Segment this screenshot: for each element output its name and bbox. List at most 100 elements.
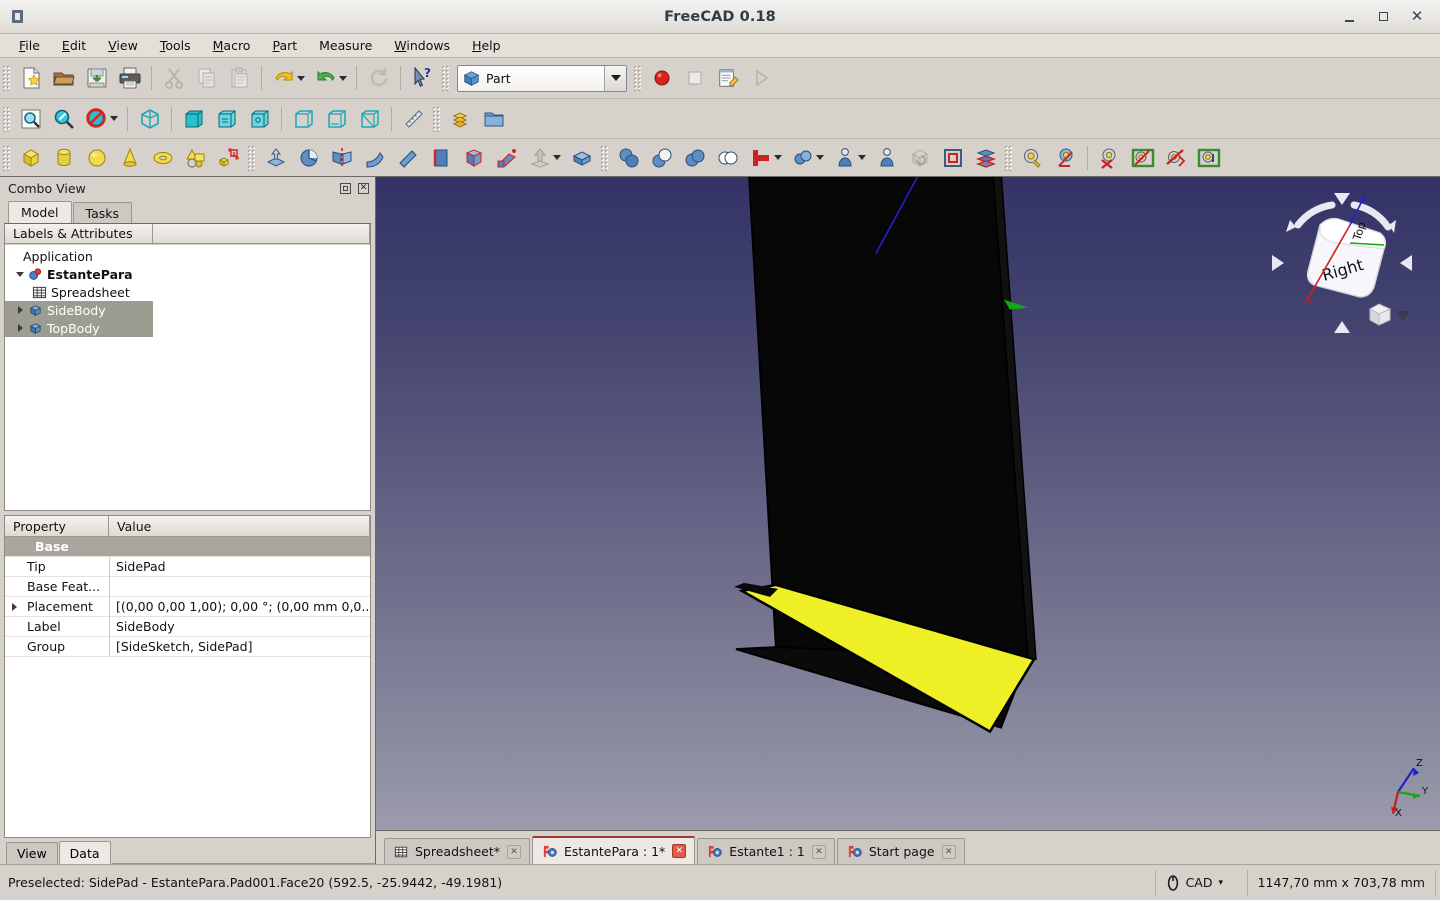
undock-icon[interactable]: [340, 182, 351, 194]
shape-builder-icon[interactable]: [179, 143, 212, 173]
toolbar-grip[interactable]: [247, 144, 256, 171]
print-icon[interactable]: [113, 63, 146, 93]
property-row-group[interactable]: Group [SideSketch, SidePad]: [5, 636, 370, 657]
union-icon[interactable]: [678, 143, 711, 173]
menu-file[interactable]: File: [8, 35, 51, 56]
toolbar-grip[interactable]: [2, 105, 11, 132]
compound-icon[interactable]: [612, 143, 645, 173]
open-document-icon[interactable]: [47, 63, 80, 93]
convert-to-shape-icon[interactable]: [903, 143, 936, 173]
close-icon[interactable]: ✕: [507, 844, 521, 859]
navigation-cube[interactable]: Top Right Z X: [1262, 183, 1422, 343]
tab-tasks[interactable]: Tasks: [72, 202, 133, 223]
property-expander-icon[interactable]: [5, 602, 23, 611]
macro-stop-icon[interactable]: [678, 63, 711, 93]
close-icon[interactable]: ✕: [672, 844, 687, 858]
workbench-dropdown-arrow[interactable]: [604, 65, 626, 91]
join-connect-icon[interactable]: [786, 143, 819, 173]
tab-data[interactable]: Data: [58, 841, 111, 864]
rear-view-icon[interactable]: [287, 104, 320, 134]
ruled-surface-icon[interactable]: [424, 143, 457, 173]
tree-item-spreadsheet[interactable]: Spreadsheet: [5, 283, 370, 301]
sections-icon[interactable]: [969, 143, 1002, 173]
undo-icon[interactable]: [267, 63, 300, 93]
loft-icon[interactable]: [457, 143, 490, 173]
front-view-icon[interactable]: [177, 104, 210, 134]
cylinder-primitive-icon[interactable]: [47, 143, 80, 173]
menu-tools[interactable]: Tools: [149, 35, 202, 56]
sweep-icon[interactable]: [490, 143, 523, 173]
measure-toggle-delta-icon[interactable]: [1192, 143, 1225, 173]
copy-icon[interactable]: [190, 63, 223, 93]
close-icon[interactable]: ✕: [358, 182, 369, 194]
close-button[interactable]: ✕: [1400, 2, 1434, 32]
maximize-button[interactable]: [1366, 2, 1400, 32]
toolbar-grip[interactable]: [633, 65, 642, 91]
boolean-cut-icon[interactable]: [744, 143, 777, 173]
property-row-base-feature[interactable]: Base Feat...: [5, 576, 370, 597]
revolve-icon[interactable]: [292, 143, 325, 173]
draw-style-icon[interactable]: [80, 104, 113, 134]
measure-ruler-icon[interactable]: [397, 104, 430, 134]
tree-item-estantepara[interactable]: EstantePara: [5, 265, 370, 283]
sphere-primitive-icon[interactable]: [80, 143, 113, 173]
top-view-icon[interactable]: [210, 104, 243, 134]
boolean-icon[interactable]: [645, 143, 678, 173]
toolbar-grip[interactable]: [600, 144, 609, 171]
chevron-down-icon[interactable]: ▾: [1218, 878, 1223, 888]
bottom-view-icon[interactable]: [320, 104, 353, 134]
fit-selection-icon[interactable]: [47, 104, 80, 134]
property-row-placement[interactable]: Placement [(0,00 0,00 1,00); 0,00 °; (0,…: [5, 596, 370, 617]
whats-this-icon[interactable]: ?: [406, 63, 439, 93]
measure-angular-icon[interactable]: [1049, 143, 1082, 173]
cut-icon[interactable]: [157, 63, 190, 93]
refresh-icon[interactable]: [362, 63, 395, 93]
tab-model[interactable]: Model: [8, 201, 72, 223]
workbench-structure-icon[interactable]: [444, 104, 477, 134]
box-primitive-icon[interactable]: [14, 143, 47, 173]
toolbar-grip[interactable]: [2, 144, 11, 171]
tree-column-labels[interactable]: Labels & Attributes: [5, 224, 153, 244]
toolbar-grip[interactable]: [1004, 144, 1013, 171]
mirror-icon[interactable]: [325, 143, 358, 173]
thickness-icon[interactable]: [565, 143, 598, 173]
property-row-tip[interactable]: Tip SidePad: [5, 556, 370, 577]
tree-item-topbody[interactable]: TopBody: [5, 319, 153, 337]
menu-windows[interactable]: Windows: [383, 35, 461, 56]
property-value[interactable]: [(0,00 0,00 1,00); 0,00 °; (0,00 mm 0,0.…: [109, 596, 370, 617]
property-value[interactable]: [SideSketch, SidePad]: [109, 636, 370, 657]
property-column-value[interactable]: Value: [109, 516, 370, 536]
menu-macro[interactable]: Macro: [202, 35, 262, 56]
isometric-view-icon[interactable]: [133, 104, 166, 134]
menu-edit[interactable]: Edit: [51, 35, 97, 56]
measure-toggle-3d-icon[interactable]: [1159, 143, 1192, 173]
cone-primitive-icon[interactable]: [113, 143, 146, 173]
document-tab-estantepara[interactable]: EstantePara : 1* ✕: [532, 836, 696, 864]
close-icon[interactable]: ✕: [811, 844, 826, 859]
tree-item-sidebody[interactable]: SideBody: [5, 301, 153, 319]
chamfer-icon[interactable]: [391, 143, 424, 173]
3d-viewport[interactable]: Top Right Z X Z Y X: [376, 177, 1440, 830]
macro-edit-icon[interactable]: [711, 63, 744, 93]
intersection-icon[interactable]: [711, 143, 744, 173]
menu-help[interactable]: Help: [461, 35, 512, 56]
macro-record-icon[interactable]: [645, 63, 678, 93]
right-view-icon[interactable]: [243, 104, 276, 134]
primitives-dialog-icon[interactable]: [212, 143, 245, 173]
left-view-icon[interactable]: [353, 104, 386, 134]
property-value[interactable]: SideBody: [109, 616, 370, 637]
document-tab-spreadsheet[interactable]: Spreadsheet* ✕: [384, 838, 530, 864]
document-tab-start-page[interactable]: Start page ✕: [836, 838, 965, 864]
toolbar-grip[interactable]: [441, 65, 450, 91]
offset-icon[interactable]: [523, 143, 556, 173]
workbench-selector[interactable]: Part: [457, 64, 627, 92]
minimize-button[interactable]: [1332, 2, 1366, 32]
measure-linear-icon[interactable]: [1016, 143, 1049, 173]
torus-primitive-icon[interactable]: [146, 143, 179, 173]
menu-view[interactable]: View: [97, 35, 149, 56]
menu-part[interactable]: Part: [261, 35, 308, 56]
tree-item-application[interactable]: Application: [5, 247, 370, 265]
expand-twisty-right-icon[interactable]: [13, 306, 27, 314]
property-value[interactable]: SidePad: [109, 556, 370, 577]
property-row-label[interactable]: Label SideBody: [5, 616, 370, 637]
